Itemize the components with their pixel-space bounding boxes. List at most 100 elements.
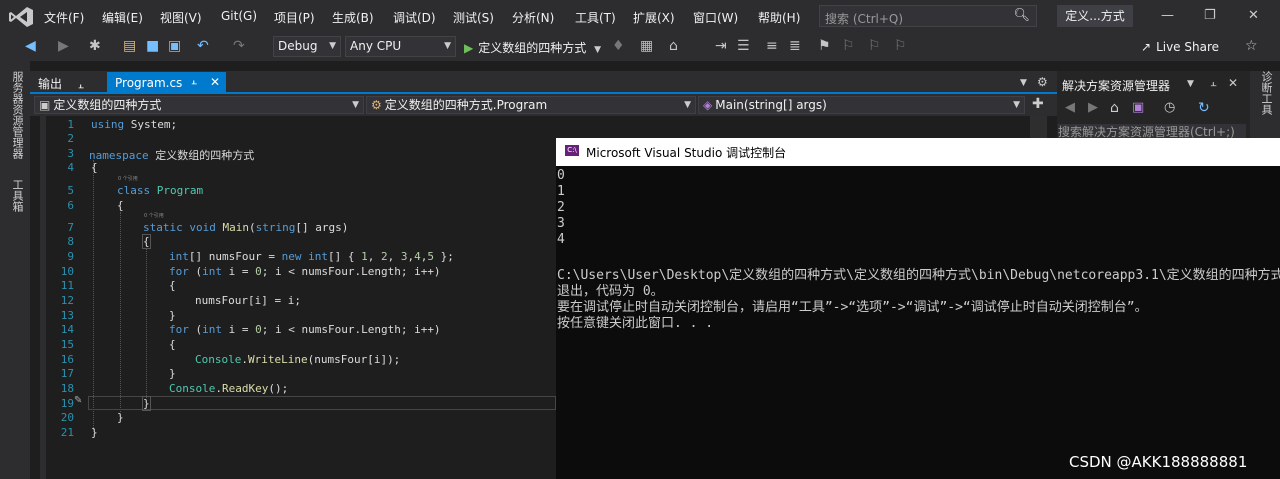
search-placeholder: 搜索 (Ctrl+Q) xyxy=(825,12,904,26)
tab-output-label: 输出 xyxy=(38,77,63,91)
code-line-21: } xyxy=(91,426,98,439)
line-number: 20 xyxy=(60,411,74,424)
search-input[interactable]: 搜索 (Ctrl+Q) 🔍︎ xyxy=(819,5,1037,27)
project-dropdown[interactable]: ▣ 定义数组的四种方式 ▼ xyxy=(34,96,364,114)
menu-view[interactable]: 视图(V) xyxy=(160,9,202,26)
line-number: 16 xyxy=(60,353,74,366)
close-tab-icon[interactable]: ✕ xyxy=(210,75,220,89)
code-line-7: static void Main(string[] args) xyxy=(143,221,349,234)
refresh-icon[interactable]: ↻ xyxy=(1198,100,1210,116)
line-number: 19 xyxy=(60,397,74,410)
chevron-down-icon[interactable]: ▼ xyxy=(1187,79,1194,89)
start-debugging-button[interactable]: ▶ 定义数组的四种方式 ▼ xyxy=(464,39,601,56)
configuration-select[interactable]: Debug ▼ xyxy=(273,36,341,57)
platform-select[interactable]: Any CPU ▼ xyxy=(345,36,456,57)
console-title-bar: C:\ Microsoft Visual Studio 调试控制台 xyxy=(556,138,1280,166)
visual-studio-logo-icon[interactable] xyxy=(8,6,34,28)
class-dropdown[interactable]: ⚙ 定义数组的四种方式.Program ▼ xyxy=(366,96,696,114)
redo-icon[interactable]: ↷ xyxy=(233,38,245,54)
feedback-icon[interactable]: ☆ xyxy=(1245,38,1258,54)
menu-file[interactable]: 文件(F) xyxy=(44,9,84,26)
minimize-icon[interactable]: — xyxy=(1161,8,1174,23)
pin-icon[interactable]: ⫠ xyxy=(1210,76,1217,90)
menu-window[interactable]: 窗口(W) xyxy=(693,9,738,26)
menu-extensions[interactable]: 扩展(X) xyxy=(633,9,675,26)
back-icon[interactable]: ◀ xyxy=(1065,100,1075,115)
line-number: 10 xyxy=(60,265,74,278)
close-panel-icon[interactable]: ✕ xyxy=(1228,76,1238,90)
save-icon[interactable]: ■ xyxy=(146,38,159,54)
code-line-11: { xyxy=(169,279,176,292)
code-line-17: } xyxy=(169,367,176,380)
csdn-watermark: CSDN @AKK188888881 xyxy=(1069,453,1248,471)
code-line-19: } xyxy=(142,396,151,411)
code-line-14: for (int i = 0; i < numsFour.Length; i++… xyxy=(169,323,441,336)
restore-icon[interactable]: ❐ xyxy=(1204,8,1216,23)
menu-help[interactable]: 帮助(H) xyxy=(758,9,800,26)
close-window-icon[interactable]: ✕ xyxy=(1248,8,1259,23)
new-item-icon[interactable]: ✱ xyxy=(89,38,101,54)
code-line-9: int[] numsFour = new int[] { 1, 2, 3,4,5… xyxy=(169,250,454,263)
line-number: 17 xyxy=(60,367,74,380)
menu-bar: 文件(F) 编辑(E) 视图(V) Git(G) 项目(P) 生成(B) 调试(… xyxy=(0,0,1280,34)
solution-explorer-icon[interactable]: ▦ xyxy=(640,38,653,54)
code-line-13: } xyxy=(169,309,176,322)
line-number: 21 xyxy=(60,426,74,439)
uncomment-icon[interactable]: ≣ xyxy=(789,38,801,54)
comment-icon[interactable]: ≡ xyxy=(766,38,778,54)
clear-bookmarks-icon[interactable]: ⚐ xyxy=(894,38,907,54)
menu-build[interactable]: 生成(B) xyxy=(332,9,374,26)
hot-reload-icon[interactable]: ♦ xyxy=(612,38,625,54)
line-number: 13 xyxy=(60,309,74,322)
menu-edit[interactable]: 编辑(E) xyxy=(102,9,143,26)
tab-output[interactable]: 输出 ⫠ xyxy=(38,75,84,92)
indent-icon[interactable]: ⇥ xyxy=(715,38,727,54)
member-dropdown[interactable]: ◈ Main(string[] args) ▼ xyxy=(698,96,1025,114)
current-line-highlight xyxy=(88,396,556,410)
code-line-18: Console.ReadKey(); xyxy=(169,382,289,395)
split-editor-icon[interactable]: ✚ xyxy=(1032,96,1044,112)
save-all-icon[interactable]: ▣ xyxy=(168,38,181,54)
home-icon[interactable]: ⌂ xyxy=(1110,100,1119,116)
toolbox-tab[interactable]: 工具箱 xyxy=(9,179,25,212)
line-number: 5 xyxy=(67,184,74,197)
tab-program-label: Program.cs xyxy=(115,76,183,90)
prev-bookmark-icon[interactable]: ⚐ xyxy=(842,38,855,54)
forward-icon[interactable]: ▶ xyxy=(1088,100,1098,115)
switch-views-icon[interactable]: ▣ xyxy=(1132,100,1144,115)
back-icon[interactable]: ◀ xyxy=(25,38,36,54)
codelens-references[interactable]: 0 个引用 xyxy=(118,175,138,182)
console-line: 1 xyxy=(557,184,565,199)
line-number: 8 xyxy=(67,235,74,248)
chevron-down-icon: ▼ xyxy=(352,100,359,110)
settings-gear-icon[interactable]: ⚙ xyxy=(1037,75,1048,89)
outdent-icon[interactable]: ☰ xyxy=(737,38,750,54)
bookmark-icon[interactable]: ⚑ xyxy=(818,38,831,54)
tab-program-cs[interactable]: Program.cs ⫠ ✕ xyxy=(107,72,226,93)
pin-icon[interactable]: ⫠ xyxy=(78,80,84,91)
next-bookmark-icon[interactable]: ⚐ xyxy=(868,38,881,54)
undo-icon[interactable]: ↶ xyxy=(197,38,209,54)
live-share-button[interactable]: ↗ Live Share xyxy=(1141,40,1219,54)
server-explorer-tab[interactable]: 服务器资源管理器 xyxy=(9,71,25,159)
tab-overflow-icon[interactable]: ▼ xyxy=(1020,78,1027,88)
configuration-value: Debug xyxy=(278,39,318,53)
class-name: 定义数组的四种方式.Program xyxy=(384,98,548,112)
menu-project[interactable]: 项目(P) xyxy=(274,9,315,26)
diagnostic-tools-tab[interactable]: 诊断工具 xyxy=(1258,71,1274,115)
menu-git[interactable]: Git(G) xyxy=(221,9,257,23)
menu-analyze[interactable]: 分析(N) xyxy=(512,9,554,26)
browser-link-icon[interactable]: ⌂ xyxy=(669,38,678,54)
code-line-5: class Program xyxy=(117,184,204,197)
line-number: 18 xyxy=(60,382,74,395)
open-folder-icon[interactable]: ▤ xyxy=(123,38,136,54)
line-number: 4 xyxy=(67,161,74,174)
menu-debug[interactable]: 调试(D) xyxy=(393,9,436,26)
codelens-references[interactable]: 0 个引用 xyxy=(144,212,164,219)
menu-tools[interactable]: 工具(T) xyxy=(575,9,616,26)
history-icon[interactable]: ◷ xyxy=(1164,100,1175,115)
forward-icon[interactable]: ▶ xyxy=(58,38,69,54)
menu-test[interactable]: 测试(S) xyxy=(453,9,494,26)
pin-icon[interactable]: ⫠ xyxy=(191,76,197,87)
chevron-down-icon: ▼ xyxy=(594,45,601,55)
